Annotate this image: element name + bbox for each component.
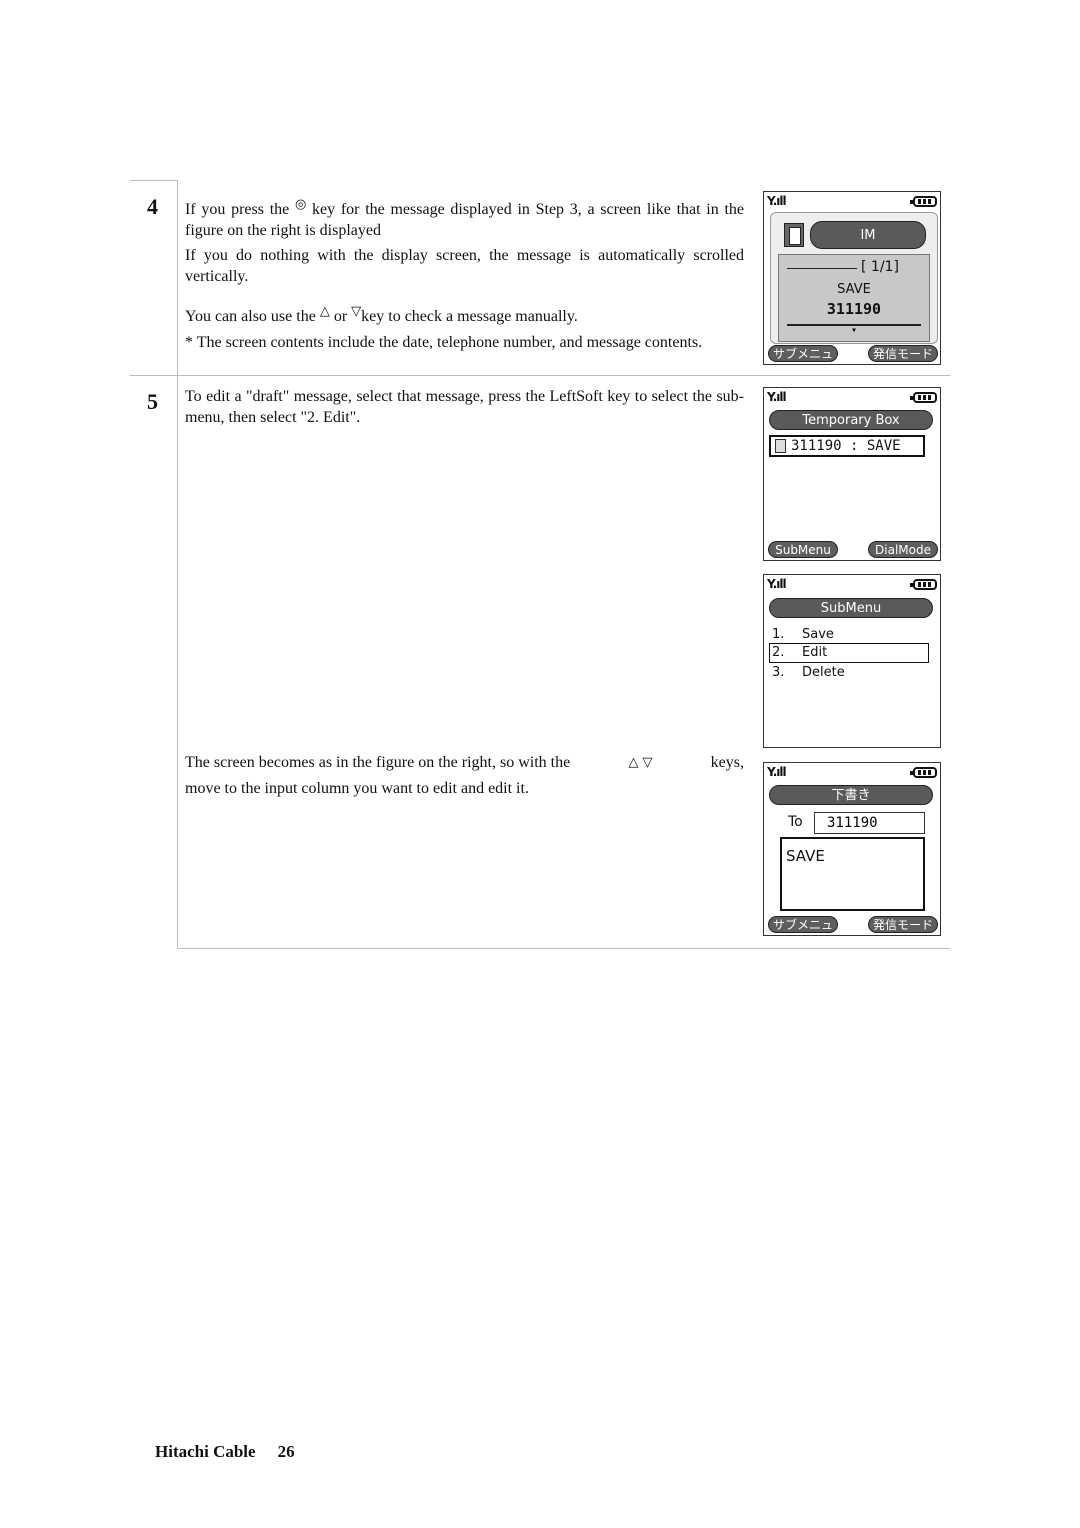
table-bottom-rule	[177, 948, 950, 949]
submenu-item-save[interactable]: 1. Save	[769, 625, 929, 644]
step5-p2-line2: move to the input column you want to edi…	[185, 779, 529, 797]
step5-paragraph-2: The screen becomes as in the figure on t…	[185, 753, 744, 799]
step4-p3-text-or: or	[333, 308, 348, 325]
submenu-item-delete[interactable]: 3. Delete	[769, 663, 929, 682]
down-key-icon: ▽	[642, 755, 653, 770]
phone-number: 311190	[826, 300, 882, 318]
message-text: SAVE	[837, 282, 871, 297]
up-key-icon: △	[319, 304, 330, 319]
to-label: To	[788, 814, 803, 830]
down-key-icon: ▽	[351, 304, 362, 319]
battery-icon	[910, 392, 937, 403]
battery-icon	[910, 767, 937, 778]
phone-screen-im-view: Y.ıll IM [ 1/1] SAVE 311190 ▾ サブメニュー 発信モ…	[763, 191, 941, 365]
page-number: 26	[277, 1442, 295, 1461]
message-body-field[interactable]: SAVE	[780, 837, 925, 911]
step4-paragraph-2: If you do nothing with the display scree…	[185, 247, 744, 285]
softkey-dial-mode[interactable]: 発信モード	[868, 916, 938, 933]
step4-paragraph-4: * The screen contents include the date, …	[185, 334, 703, 351]
footer-company: Hitachi Cable	[155, 1442, 256, 1461]
message-doc-icon	[775, 439, 786, 453]
phone-screen-temporary-box: Y.ıll Temporary Box 311190 : SAVE SubMen…	[763, 387, 941, 561]
step5-paragraph-1: To edit a "draft" message, select that m…	[185, 388, 744, 426]
phone-screen-submenu: Y.ıll SubMenu 1. Save 2. Edit 3. Delete	[763, 574, 941, 748]
signal-strength-icon: Y.ıll	[767, 390, 787, 404]
temporary-box-title: Temporary Box	[769, 410, 933, 430]
step5-p2-line1: The screen becomes as in the figure on t…	[185, 753, 744, 779]
step5-p2-text-b: keys,	[710, 754, 744, 771]
draft-title: 下書き	[769, 785, 933, 805]
im-title-bar: IM	[810, 221, 926, 249]
up-key-icon: △	[628, 755, 639, 770]
submenu-item-label: Delete	[802, 665, 845, 680]
softkey-dial-mode[interactable]: DialMode	[868, 541, 938, 558]
signal-strength-icon: Y.ıll	[767, 765, 787, 779]
message-display-area: [ 1/1] SAVE 311190 ▾	[778, 254, 930, 342]
step4-paragraph-3: You can also use the △ or ▽key to check …	[185, 302, 744, 328]
table-column-rule	[177, 180, 178, 948]
submenu-title: SubMenu	[769, 598, 933, 618]
battery-icon	[910, 196, 937, 207]
step4-p3-text-b: key to check a message manually.	[361, 308, 578, 325]
draft-list-item[interactable]: 311190 : SAVE	[769, 435, 925, 457]
table-top-rule	[130, 180, 177, 181]
submenu-item-number: 2.	[772, 645, 785, 660]
step5-p2-keys: △ ▽	[628, 753, 652, 779]
status-bar: Y.ıll	[767, 390, 937, 406]
softkey-submenu[interactable]: サブメニュー	[768, 345, 838, 364]
scroll-down-indicator: ▾	[850, 325, 858, 336]
status-bar: Y.ıll	[767, 194, 937, 210]
step-number: 4	[147, 194, 158, 219]
submenu-item-edit[interactable]: 2. Edit	[769, 643, 929, 663]
softkey-dial-mode[interactable]: 発信モード	[868, 345, 938, 362]
to-field[interactable]	[814, 812, 925, 834]
step-number: 5	[147, 389, 158, 414]
submenu-item-label: Edit	[802, 645, 828, 660]
status-bar: Y.ıll	[767, 577, 937, 593]
signal-strength-icon: Y.ıll	[767, 577, 787, 591]
header-rule	[787, 268, 857, 269]
draft-list-item-label: 311190 : SAVE	[791, 438, 901, 454]
step5-p2-text-a: The screen becomes as in the figure on t…	[185, 754, 571, 771]
page-footer: Hitachi Cable 26	[155, 1442, 295, 1462]
select-key-icon: ◎	[294, 197, 307, 212]
softkey-submenu[interactable]: SubMenu	[768, 541, 838, 558]
message-body-text: SAVE	[786, 847, 825, 865]
signal-strength-icon: Y.ıll	[767, 194, 787, 208]
message-doc-icon	[784, 223, 804, 247]
step4-paragraph-1: If you press the ◎ key for the message d…	[185, 195, 744, 241]
submenu-item-number: 1.	[772, 627, 785, 642]
step-separator-rule	[130, 375, 950, 376]
submenu-item-label: Save	[802, 627, 834, 642]
battery-icon	[910, 579, 937, 590]
submenu-item-number: 3.	[772, 665, 785, 680]
status-bar: Y.ıll	[767, 765, 937, 781]
softkey-submenu[interactable]: サブメニュー	[768, 916, 838, 935]
page-counter: [ 1/1]	[861, 259, 899, 275]
step4-p3-text-a: You can also use the	[185, 308, 316, 325]
phone-screen-draft-edit: Y.ıll 下書き To SAVE サブメニュー 発信モード	[763, 762, 941, 936]
step4-p1-text-a: If you press the	[185, 201, 290, 218]
